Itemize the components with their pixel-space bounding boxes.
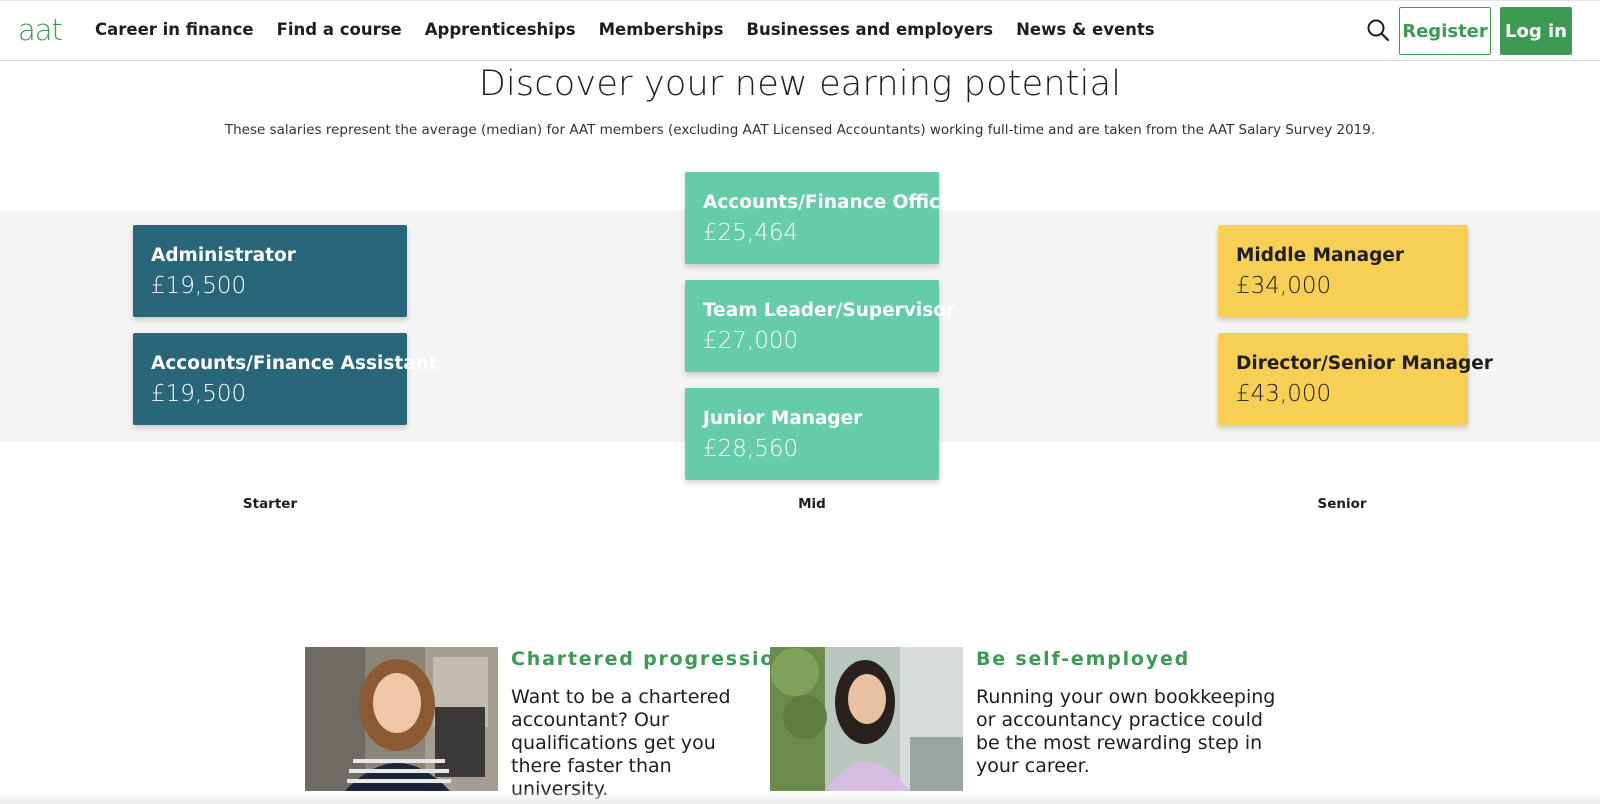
promo-text-chartered-progression: Want to be a chartered accountant? Our q… <box>511 686 731 800</box>
login-button[interactable]: Log in <box>1500 7 1572 55</box>
salary-card-accounts-finance-assistant: Accounts/Finance Assistant £19,500 <box>133 333 438 425</box>
promo-title-be-self-employed[interactable]: Be self-employed <box>976 648 1190 670</box>
role-salary: £27,000 <box>703 328 799 354</box>
role-salary: £28,560 <box>703 436 799 462</box>
nav-apprenticeships[interactable]: Apprenticeships <box>425 20 576 39</box>
salary-card-administrator: Administrator £19,500 <box>133 225 407 317</box>
role-title: Junior Manager <box>703 408 863 429</box>
register-button[interactable]: Register <box>1399 7 1491 55</box>
salary-card-junior-manager: Junior Manager £28,560 <box>685 388 939 480</box>
role-title: Middle Manager <box>1236 245 1405 266</box>
promo-title-chartered-progression[interactable]: Chartered progression <box>511 648 791 670</box>
role-title: Team Leader/Supervisor <box>703 300 956 321</box>
role-salary: £19,500 <box>151 273 247 299</box>
salary-card-accounts-finance-officer: Accounts/Finance Officer £25,464 <box>685 172 962 264</box>
promo-text-be-self-employed: Running your own bookkeeping or accounta… <box>976 686 1276 777</box>
column-label-senior: Senior <box>1317 496 1367 512</box>
role-salary: £19,500 <box>151 381 247 407</box>
role-title: Director/Senior Manager <box>1236 353 1493 374</box>
role-title: Accounts/Finance Officer <box>703 192 962 213</box>
salary-card-director-senior-manager: Director/Senior Manager £43,000 <box>1218 333 1493 425</box>
page-title: Discover your new earning potential <box>478 64 1122 104</box>
column-label-starter: Starter <box>242 496 298 512</box>
bottom-fade <box>0 790 1600 804</box>
nav-news-events[interactable]: News & events <box>1016 20 1155 39</box>
nav-career-in-finance[interactable]: Career in finance <box>95 20 254 39</box>
site-header: aat Career in finance Find a course Appr… <box>0 0 1600 61</box>
role-title: Accounts/Finance Assistant <box>151 353 438 374</box>
role-salary: £43,000 <box>1236 381 1332 407</box>
search-icon[interactable] <box>1366 18 1390 42</box>
salary-card-middle-manager: Middle Manager £34,000 <box>1218 225 1468 317</box>
role-salary: £25,464 <box>703 220 799 246</box>
salary-card-team-leader-supervisor: Team Leader/Supervisor £27,000 <box>685 280 956 372</box>
nav-businesses-and-employers[interactable]: Businesses and employers <box>746 20 993 39</box>
nav-memberships[interactable]: Memberships <box>599 20 724 39</box>
aat-logo[interactable]: aat <box>18 13 63 47</box>
main-nav: Career in finance Find a course Apprenti… <box>95 20 1178 39</box>
promo-photo-woman-striped-top[interactable] <box>305 647 498 791</box>
role-salary: £34,000 <box>1236 273 1332 299</box>
role-title: Administrator <box>151 245 296 266</box>
column-label-mid: Mid <box>798 496 826 512</box>
page-subtitle: These salaries represent the average (me… <box>224 122 1376 138</box>
nav-find-a-course[interactable]: Find a course <box>277 20 402 39</box>
promo-photo-woman-purple-shirt[interactable] <box>770 647 963 791</box>
